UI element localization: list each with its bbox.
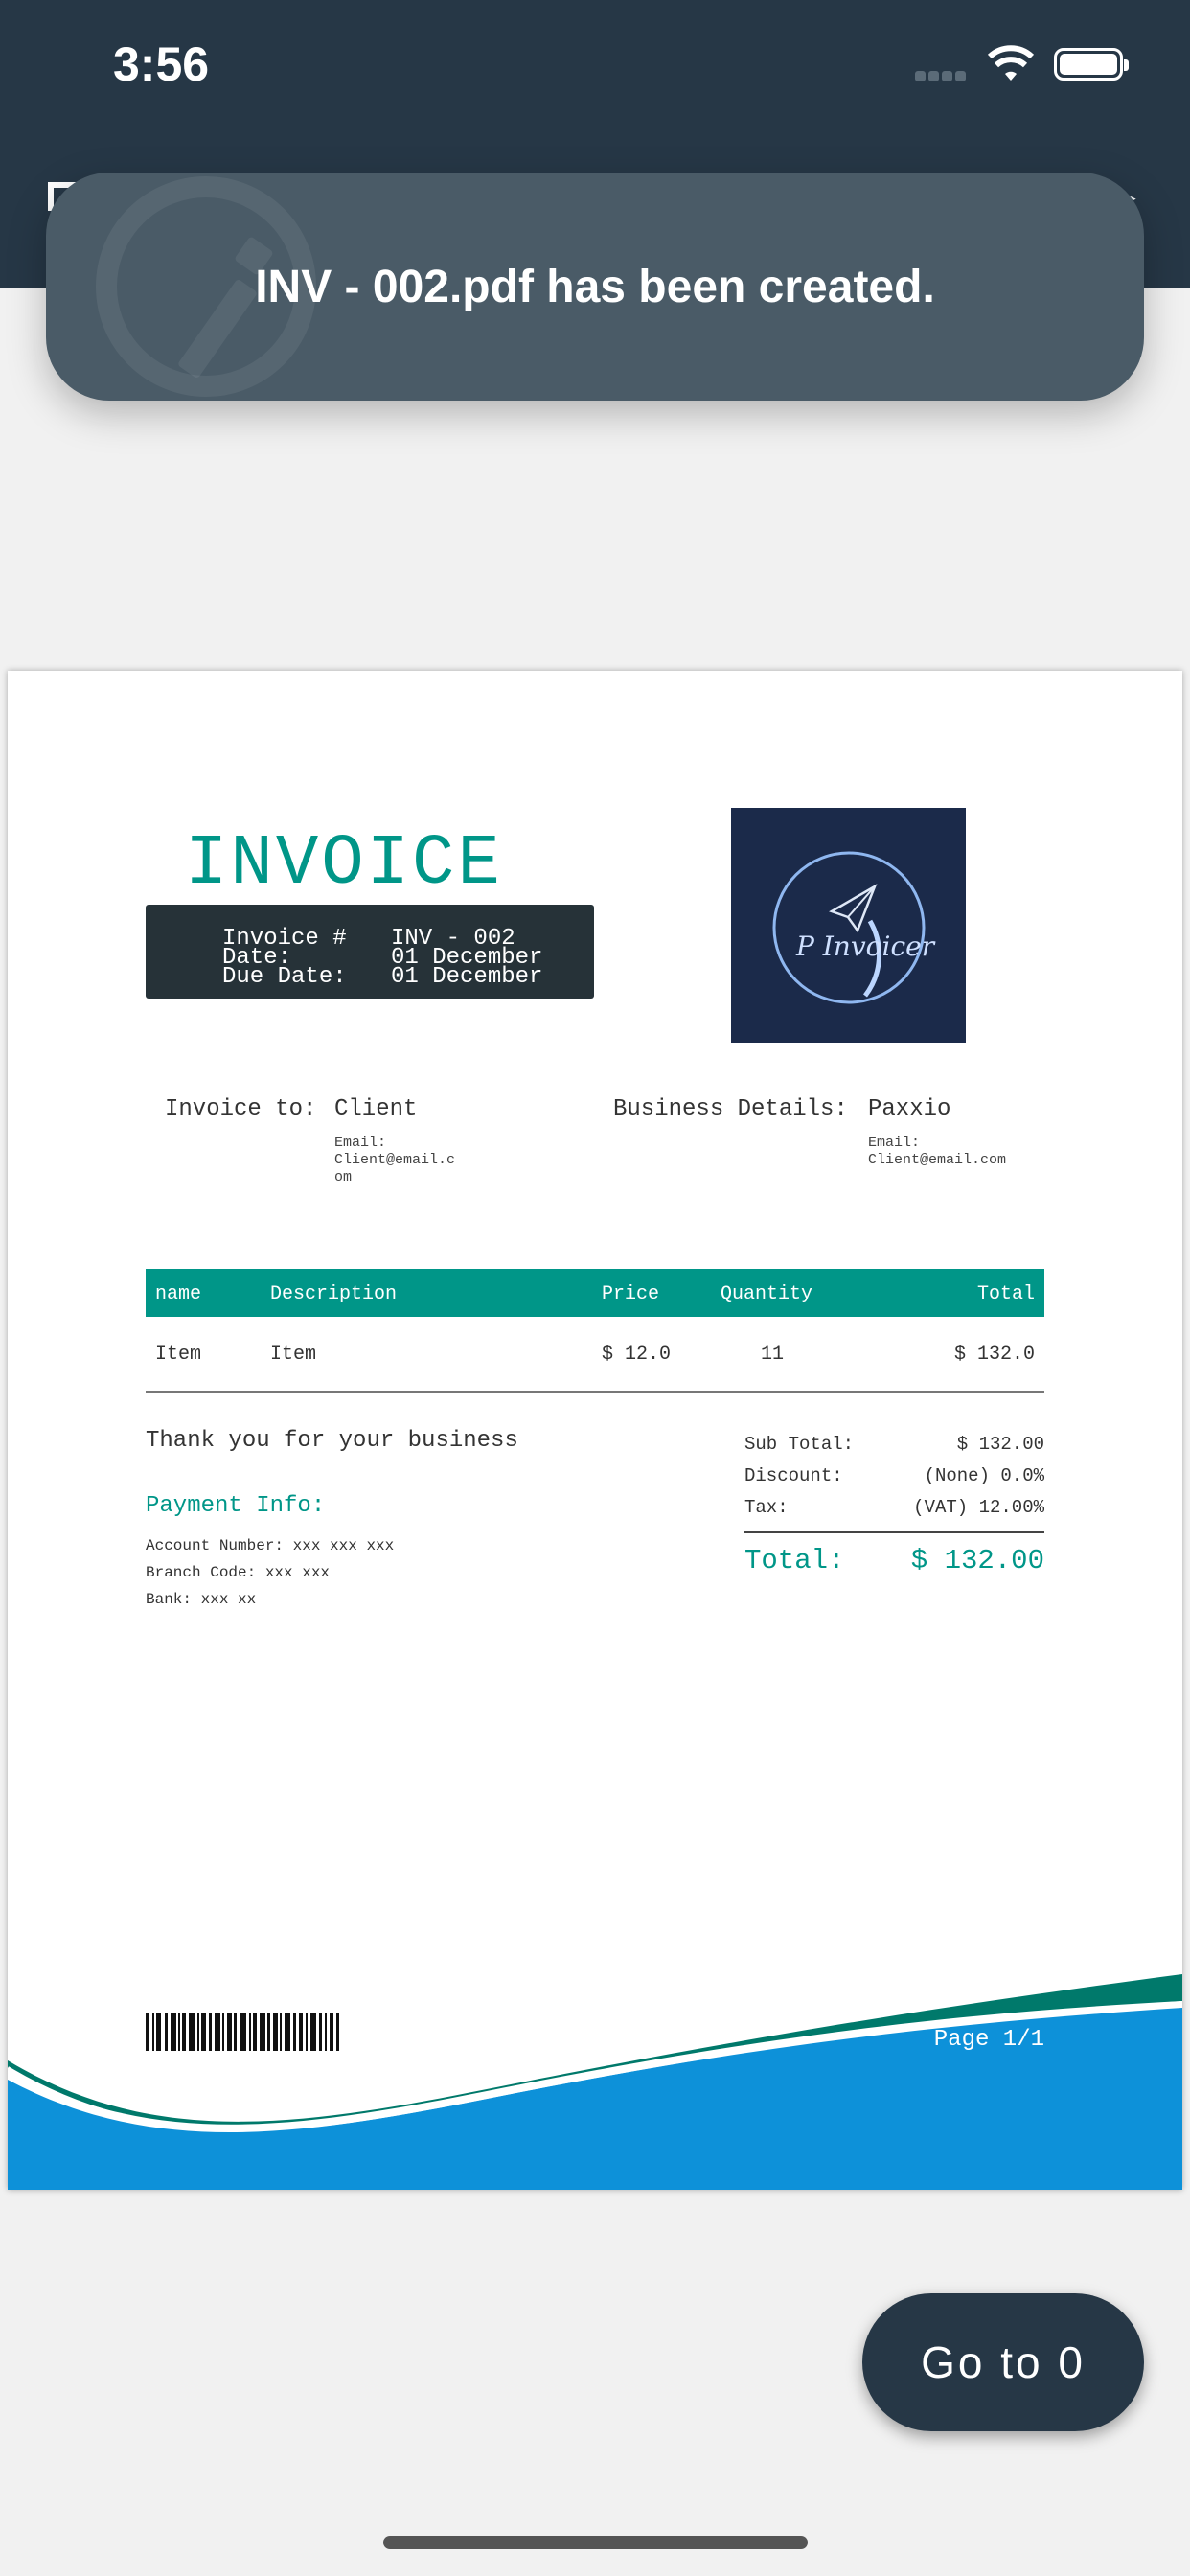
company-logo: P Invoicer [731, 808, 966, 1043]
invoice-document: INVOICE Invoice # INV - 002 Date: 01 Decem… [8, 671, 1182, 2190]
footer-wave [8, 1974, 1182, 2190]
toast-notification[interactable]: INV - 002.pdf has been created. [46, 172, 1144, 401]
col-name-header: name [155, 1283, 202, 1305]
logo-text: P Invoicer [796, 931, 935, 962]
page-number: Page 1/1 [933, 2027, 1044, 2053]
business-name: Paxxio [868, 1096, 951, 1122]
discount-value: (None) 0.0% [924, 1465, 1044, 1486]
row-quantity: 11 [761, 1344, 785, 1366]
invoice-title: INVOICE [185, 824, 503, 905]
barcode-icon [146, 2012, 339, 2051]
row-description: Item [270, 1344, 317, 1366]
payment-line: Branch Code: xxx xxx [146, 1564, 331, 1581]
col-quantity-header: Quantity [721, 1283, 813, 1305]
total-value: $ 132.00 [910, 1545, 1044, 1576]
status-time: 3:56 [113, 37, 210, 91]
go-to-button[interactable]: Go to 0 [862, 2293, 1144, 2431]
business-label: Business Details: [613, 1096, 848, 1122]
meta-row: Due Date: 01 December [222, 964, 543, 990]
battery-icon [1054, 48, 1129, 80]
invoice-to-name: Client [334, 1096, 418, 1122]
tax-label: Tax: [744, 1497, 789, 1518]
invoice-to-email-label: Email: [334, 1135, 387, 1151]
thanks-message: Thank you for your business [146, 1428, 518, 1454]
home-indicator[interactable] [383, 2536, 808, 2549]
invoice-to-label: Invoice to: [165, 1096, 317, 1122]
invoice-to-email-line: om [334, 1169, 353, 1185]
col-total-header: Total [976, 1283, 1035, 1305]
row-total: $ 132.0 [953, 1344, 1035, 1366]
payment-info-title: Payment Info: [146, 1493, 326, 1519]
invoice-to-email-line: Client@email.c [334, 1152, 456, 1168]
row-name: Item [155, 1344, 202, 1366]
business-email-label: Email: [868, 1135, 921, 1151]
tax-value: (VAT) 12.00% [913, 1497, 1044, 1518]
subtotal-label: Sub Total: [744, 1434, 855, 1455]
paper-plane-logo-icon [772, 851, 926, 1004]
table-row: Item Item $ 12.0 11 $ 132.0 [146, 1317, 1044, 1393]
subtotal-value: $ 132.00 [956, 1434, 1044, 1455]
payment-line: Bank: xxx xx [146, 1591, 257, 1608]
row-price: $ 12.0 [602, 1344, 672, 1366]
items-table-header: name Description Price Quantity Total [146, 1269, 1044, 1317]
wifi-icon [987, 45, 1035, 80]
summary-divider [744, 1531, 1044, 1533]
invoice-meta-box: Invoice # INV - 002 Date: 01 December Due … [146, 905, 594, 999]
business-email: Client@email.com [868, 1152, 1007, 1168]
signal-icon [915, 69, 969, 86]
discount-label: Discount: [744, 1465, 843, 1486]
col-price-header: Price [602, 1283, 660, 1305]
toast-message: INV - 002.pdf has been created. [255, 262, 935, 312]
payment-line: Account Number: xxx xxx xxx [146, 1537, 395, 1554]
total-label: Total: [744, 1545, 845, 1576]
col-description-header: Description [270, 1283, 398, 1305]
